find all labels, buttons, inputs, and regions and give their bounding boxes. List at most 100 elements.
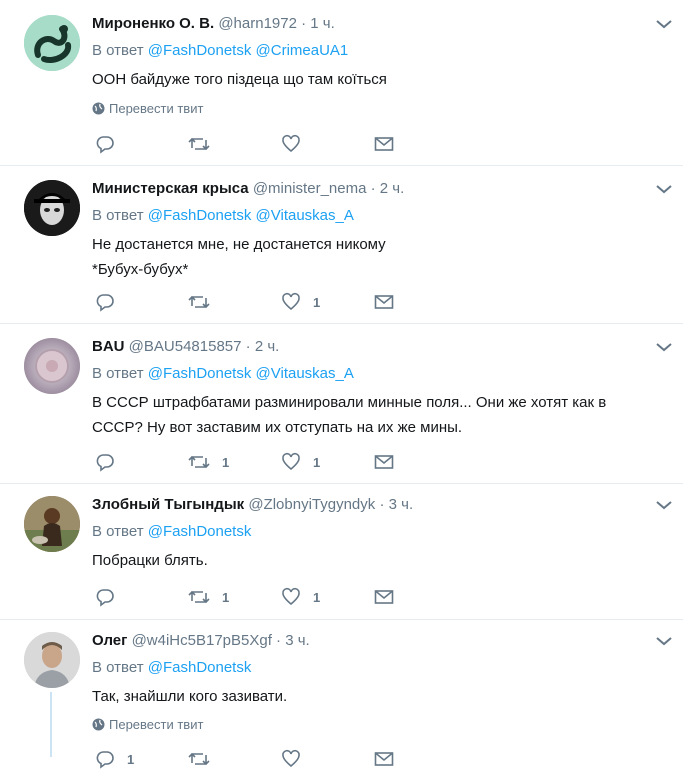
separator-dot: · [379,496,385,513]
tweet-text: Так, знайшли кого зазивати. [92,684,662,709]
mention-link[interactable]: @FashDonetsk [148,42,252,59]
retweet-count: 1 [222,454,230,470]
timestamp[interactable]: 2 ч. [380,180,405,197]
chevron-down-icon[interactable] [655,635,673,647]
thread-line [50,692,52,757]
retweet-icon [188,137,210,151]
reply-icon [96,136,114,154]
tweet[interactable]: BAU @BAU54815857 · 2 ч. В ответ @FashDon… [0,324,683,484]
timestamp[interactable]: 2 ч. [255,338,280,355]
reply-icon [96,294,114,312]
heart-icon [282,292,300,311]
direct-message-button[interactable] [374,749,394,769]
retweet-icon [188,590,210,604]
reply-context: В ответ @FashDonetsk @Vitauskas_A [92,207,354,224]
retweet-count: 1 [222,589,230,605]
tweet-text-line: СССР? Ну вот заставим их отступать на их… [92,419,463,436]
heart-icon [282,587,300,606]
reply-prefix: В ответ [92,659,144,676]
separator-dot: · [245,338,251,355]
retweet-icon [188,752,210,766]
envelope-icon [374,137,394,151]
reply-prefix: В ответ [92,365,144,382]
reply-context: В ответ @FashDonetsk [92,523,251,540]
timestamp[interactable]: 3 ч. [389,496,414,513]
tweet-text-line: Не достанется мне, не достанется никому [92,236,386,253]
reply-context: В ответ @FashDonetsk [92,659,251,676]
retweet-button[interactable] [188,292,222,312]
like-button[interactable]: 1 [281,452,320,472]
avatar[interactable] [24,338,80,394]
separator-dot: · [370,180,376,197]
display-name[interactable]: Злобный Тыгындык [92,496,244,513]
direct-message-button[interactable] [374,292,394,312]
tweet[interactable]: Олег @w4iHc5B17pB5Xgf · 3 ч. В ответ @Fa… [0,620,683,769]
mention-link[interactable]: @FashDonetsk [148,523,252,540]
timestamp[interactable]: 3 ч. [285,632,310,649]
chevron-down-icon[interactable] [655,183,673,195]
tweet-header: Злобный Тыгындык @ZlobnyiTygyndyk · 3 ч. [92,496,413,513]
user-handle[interactable]: @minister_nema [253,180,367,197]
like-count: 1 [313,294,321,310]
heart-icon [282,749,300,768]
tweet-text-line: *Бубух-бубух* [92,261,189,278]
display-name[interactable]: Мироненко О. В. [92,15,214,32]
like-button[interactable]: 1 [281,292,320,312]
chevron-down-icon[interactable] [655,18,673,30]
user-handle[interactable]: @BAU54815857 [129,338,242,355]
retweet-button[interactable]: 1 [188,587,229,607]
display-name[interactable]: BAU [92,338,125,355]
retweet-button[interactable]: 1 [188,452,229,472]
like-button[interactable] [281,134,313,154]
timestamp[interactable]: 1 ч. [310,15,335,32]
retweet-button[interactable] [188,134,222,154]
tweet[interactable]: Мироненко О. В. @harn1972 · 1 ч. В ответ… [0,0,683,166]
user-handle[interactable]: @w4iHc5B17pB5Xgf [132,632,272,649]
mention-link[interactable]: @Vitauskas_A [256,207,354,224]
translate-label[interactable]: Перевести твит [109,717,203,732]
avatar[interactable] [24,496,80,552]
reply-icon [96,589,114,607]
user-handle[interactable]: @ZlobnyiTygyndyk [248,496,375,513]
reply-button[interactable]: 1 [95,749,134,769]
avatar[interactable] [24,632,80,688]
mention-link[interactable]: @CrimeaUA1 [256,42,349,59]
separator-dot: · [276,632,282,649]
mention-link[interactable]: @FashDonetsk [148,659,252,676]
tweet-header: Мироненко О. В. @harn1972 · 1 ч. [92,15,335,32]
display-name[interactable]: Олег [92,632,127,649]
reply-button[interactable] [95,292,127,312]
retweet-button[interactable] [188,749,222,769]
like-button[interactable] [281,749,313,769]
translate-label[interactable]: Перевести твит [109,101,203,116]
avatar[interactable] [24,180,80,236]
reply-prefix: В ответ [92,523,144,540]
tweet-text-line: Побрацки блять. [92,552,208,569]
translate-tweet-link[interactable]: Перевести твит [92,717,203,732]
mention-link[interactable]: @FashDonetsk [148,365,252,382]
mention-link[interactable]: @Vitauskas_A [256,365,354,382]
avatar[interactable] [24,15,80,71]
tweet[interactable]: Министерская крыса @minister_nema · 2 ч.… [0,166,683,324]
reply-prefix: В ответ [92,42,144,59]
reply-count: 1 [127,751,135,767]
like-count: 1 [313,589,321,605]
reply-prefix: В ответ [92,207,144,224]
reply-button[interactable] [95,587,127,607]
translate-tweet-link[interactable]: Перевести твит [92,101,203,116]
tweet[interactable]: Злобный Тыгындык @ZlobnyiTygyndyk · 3 ч.… [0,484,683,620]
mention-link[interactable]: @FashDonetsk [148,207,252,224]
direct-message-button[interactable] [374,134,394,154]
chevron-down-icon[interactable] [655,499,673,511]
tweet-text: В СССР штрафбатами разминировали минные … [92,390,662,440]
chevron-down-icon[interactable] [655,341,673,353]
display-name[interactable]: Министерская крыса [92,180,249,197]
direct-message-button[interactable] [374,587,394,607]
reply-button[interactable] [95,134,127,154]
tweet-header: Министерская крыса @minister_nema · 2 ч. [92,180,404,197]
direct-message-button[interactable] [374,452,394,472]
user-handle[interactable]: @harn1972 [218,15,297,32]
reply-button[interactable] [95,452,127,472]
like-button[interactable]: 1 [281,587,320,607]
reply-icon [96,751,114,769]
